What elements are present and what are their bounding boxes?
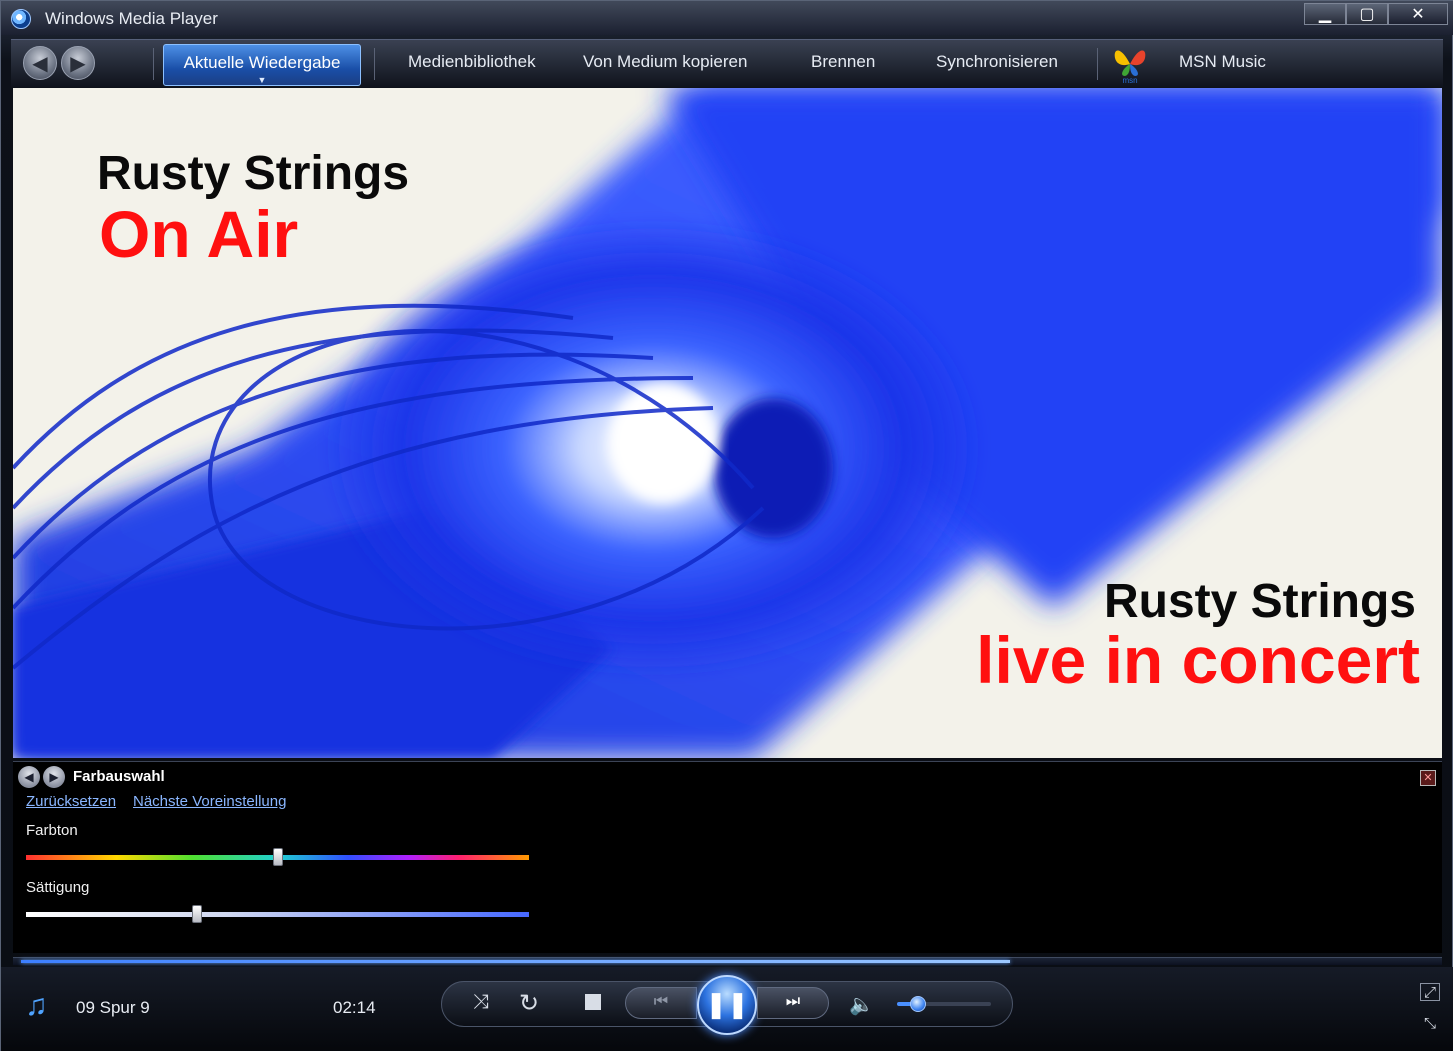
back-button[interactable]: ◀	[23, 46, 57, 80]
window-title: Windows Media Player	[45, 9, 218, 28]
panel-close-button[interactable]: ✕	[1420, 770, 1436, 786]
repeat-icon[interactable]: ↻	[519, 989, 539, 1018]
volume-slider-thumb[interactable]	[909, 996, 926, 1012]
tab-burn[interactable]: Brennen	[811, 52, 875, 72]
nav-divider	[1097, 48, 1098, 80]
tab-library[interactable]: Medienbibliothek	[408, 52, 536, 72]
pause-button[interactable]: ❚❚	[697, 975, 757, 1035]
tab-msn-music[interactable]: MSN Music	[1179, 52, 1266, 72]
seek-bar-progress	[21, 960, 1011, 963]
tab-label: Aktuelle Wiedergabe	[183, 53, 341, 72]
overlay-band-name-bottom: Rusty Strings	[1103, 575, 1416, 628]
panel-title: Farbauswahl	[73, 768, 165, 785]
nav-divider	[153, 48, 154, 80]
full-screen-icon[interactable]: ⤢	[1420, 983, 1440, 1001]
speaker-icon[interactable]: 🔈	[849, 992, 874, 1017]
reset-link[interactable]: Zurücksetzen	[26, 793, 116, 810]
visualization-area[interactable]: Rusty Strings On Air Rusty Strings live …	[13, 88, 1442, 758]
previous-button[interactable]: ⏮	[625, 987, 697, 1019]
next-preset-link[interactable]: Nächste Voreinstellung	[133, 793, 286, 810]
wmp-app-icon	[11, 9, 31, 29]
chevron-down-icon[interactable]: ▼	[164, 75, 360, 85]
minimize-button[interactable]: ▁	[1304, 3, 1346, 25]
next-enhancement-button[interactable]: ▶	[43, 766, 65, 788]
forward-button[interactable]: ▶	[61, 46, 95, 80]
hue-slider-thumb[interactable]	[272, 848, 283, 866]
msn-butterfly-icon[interactable]: msn	[1111, 42, 1149, 84]
tab-sync[interactable]: Synchronisieren	[936, 52, 1058, 72]
overlay-subtitle-bottom: live in concert	[976, 623, 1420, 697]
close-button[interactable]: ✕	[1388, 3, 1448, 25]
window-controls: ▁ ▢ ✕	[1304, 3, 1448, 25]
elapsed-time: 02:14	[333, 998, 376, 1017]
transport-area: ♫ 09 Spur 9 02:14 ⤨ ↻ ⏮ ❚❚ ⏭ 🔈 ⤢ ⤡	[1, 967, 1453, 1051]
track-title: 09 Spur 9	[76, 998, 150, 1017]
saturation-slider-thumb[interactable]	[192, 905, 203, 923]
shuffle-icon[interactable]: ⤨	[473, 991, 489, 1014]
overlay-band-name-top: Rusty Strings	[97, 147, 410, 200]
music-note-icon: ♫	[25, 989, 48, 1022]
seek-bar[interactable]	[13, 957, 1442, 965]
overlay-subtitle-top: On Air	[99, 197, 299, 271]
tab-now-playing[interactable]: Aktuelle Wiedergabe ▼	[163, 44, 361, 86]
nav-divider	[374, 48, 375, 80]
maximize-button[interactable]: ▢	[1346, 3, 1388, 25]
next-button[interactable]: ⏭	[757, 987, 829, 1019]
tab-rip[interactable]: Von Medium kopieren	[583, 52, 747, 72]
saturation-label: Sättigung	[26, 879, 90, 896]
msn-logo-text: msn	[1122, 76, 1137, 84]
enhancement-panel: ◀ ▶ Farbauswahl ✕ Zurücksetzen Nächste V…	[13, 761, 1442, 953]
wmp-window: Windows Media Player ▁ ▢ ✕ ◀ ▶ Aktuelle …	[0, 0, 1453, 1051]
previous-enhancement-button[interactable]: ◀	[18, 766, 40, 788]
saturation-slider-track[interactable]	[26, 912, 529, 917]
switch-to-skin-icon[interactable]: ⤡	[1420, 1015, 1440, 1033]
hue-label: Farbton	[26, 822, 78, 839]
title-bar: Windows Media Player ▁ ▢ ✕	[1, 1, 1453, 35]
navigation-bar: ◀ ▶ Aktuelle Wiedergabe ▼ Medienbiblioth…	[11, 39, 1443, 87]
stop-button[interactable]	[585, 994, 601, 1010]
